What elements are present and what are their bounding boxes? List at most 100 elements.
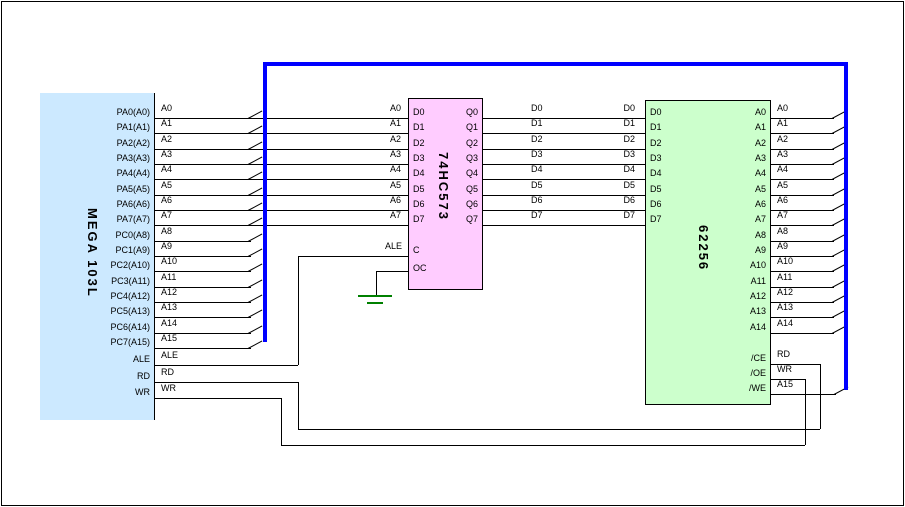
data-wire-label: D7: [575, 211, 635, 220]
address-wire-label: A5: [341, 181, 401, 190]
rd-wire: [298, 382, 299, 429]
address-wire-label: A7: [161, 211, 172, 220]
mcu-pin-label: PA0(A0): [40, 108, 150, 117]
data-wire-label: D6: [531, 196, 543, 205]
sram-pin-label: D5: [650, 185, 662, 194]
data-wire-label: D2: [575, 135, 635, 144]
latch-pin-label: OC: [413, 264, 427, 273]
address-wire-label: A5: [161, 181, 172, 190]
ground-symbol-bar-short: [367, 302, 383, 304]
sram-pin-label: A2: [696, 139, 766, 148]
ale-wire: [298, 256, 299, 365]
latch-pin-label: D7: [413, 215, 425, 224]
address-wire-label: A2: [161, 135, 172, 144]
address-wire: [155, 179, 408, 180]
address-wire-label: A6: [161, 196, 172, 205]
sram-pin-label: A9: [696, 246, 766, 255]
address-wire-label: A15: [161, 334, 177, 343]
address-bus-left-segment: [263, 62, 267, 342]
mcu-pin-label: PA7(A7): [40, 215, 150, 224]
address-wire-label: A0: [341, 104, 401, 113]
mcu-pin-label: RD: [40, 372, 150, 381]
address-wire-label: A4: [341, 165, 401, 174]
latch-pin-label: D5: [413, 185, 425, 194]
sram-pin-label: A10: [696, 261, 766, 270]
mcu-pin-label: PA5(A5): [40, 185, 150, 194]
data-wire-label: D5: [575, 181, 635, 190]
a15-wire: [771, 394, 836, 395]
address-bus-top-segment: [263, 62, 848, 66]
address-wire-label: A6: [341, 196, 401, 205]
latch-pin-label: D4: [413, 169, 425, 178]
wr-wire-label: WR: [777, 365, 792, 374]
address-wire-label: A3: [341, 150, 401, 159]
latch-pin-label: Q6: [428, 200, 478, 209]
latch-pin-label: Q5: [428, 185, 478, 194]
sram-pin-label: /CE: [696, 354, 766, 363]
address-wire-label: A6: [777, 196, 788, 205]
sram-pin-label: A11: [696, 277, 766, 286]
address-wire-label: A0: [777, 104, 788, 113]
address-wire-label: A2: [341, 135, 401, 144]
sram-pin-label: /WE: [696, 384, 766, 393]
wr-wire: [281, 445, 805, 446]
address-wire-label: A5: [777, 181, 788, 190]
ale-wire-label: ALE: [342, 242, 402, 251]
latch-pin-label: D1: [413, 123, 425, 132]
address-wire-label: A1: [777, 119, 788, 128]
wr-wire: [155, 398, 281, 399]
mcu-pin-label: PC5(A13): [40, 307, 150, 316]
latch-pin-label: Q7: [428, 215, 478, 224]
address-wire-label: A0: [161, 104, 172, 113]
mcu-pin-label: PC7(A15): [40, 338, 150, 347]
mcu-pin-label: PA1(A1): [40, 123, 150, 132]
address-wire-label: A12: [777, 288, 793, 297]
address-wire: [155, 225, 408, 226]
address-wire-label: A13: [161, 303, 177, 312]
sram-pin-label: D2: [650, 139, 662, 148]
data-wire-label: D1: [575, 119, 635, 128]
latch-pin-label: Q1: [428, 123, 478, 132]
address-wire-label: A1: [161, 119, 172, 128]
data-wire-label: D2: [531, 135, 543, 144]
sram-pin-label: A0: [696, 108, 766, 117]
data-wire: [483, 179, 645, 180]
rd-wire: [820, 364, 821, 429]
address-bus-right-segment: [844, 62, 848, 390]
address-wire-label: A14: [777, 319, 793, 328]
address-wire-label: A8: [777, 227, 788, 236]
mcu-pin-label: PA6(A6): [40, 200, 150, 209]
ground-symbol-bar-long: [358, 295, 392, 297]
sram-pin-label: D0: [650, 108, 662, 117]
sram-pin-label: A6: [696, 200, 766, 209]
data-wire-label: D4: [531, 165, 543, 174]
latch-pin-label: Q2: [428, 139, 478, 148]
mcu-pin-label: PA2(A2): [40, 139, 150, 148]
sram-pin-label: A12: [696, 292, 766, 301]
address-wire-label: A11: [161, 273, 176, 282]
ale-wire: [155, 365, 298, 366]
rd-wire-label: RD: [161, 368, 174, 377]
rd-wire: [155, 382, 298, 383]
sram-pin-label: A8: [696, 231, 766, 240]
sram-pin-label: A14: [696, 323, 766, 332]
sram-pin-label: /OE: [696, 369, 766, 378]
address-wire-label: A10: [777, 257, 793, 266]
sram-pin-label: D1: [650, 123, 662, 132]
sram-pin-label: A1: [696, 123, 766, 132]
mcu-pin-label: PC0(A8): [40, 231, 150, 240]
wr-wire-label: WR: [161, 384, 176, 393]
address-wire-label: A9: [777, 242, 788, 251]
ale-wire: [298, 256, 408, 257]
a15-wire-label: A15: [777, 380, 793, 389]
latch-pin-label: D2: [413, 139, 425, 148]
data-wire-label: D6: [575, 196, 635, 205]
address-wire-label: A12: [161, 288, 177, 297]
oc-wire: [376, 271, 377, 295]
data-wire: [483, 133, 645, 134]
latch-pin-label: C: [413, 246, 420, 255]
mcu-pin-label: PC6(A14): [40, 323, 150, 332]
sram-pin-label: D6: [650, 200, 662, 209]
sram-pin-label: A13: [696, 307, 766, 316]
mcu-pin-label: WR: [40, 388, 150, 397]
